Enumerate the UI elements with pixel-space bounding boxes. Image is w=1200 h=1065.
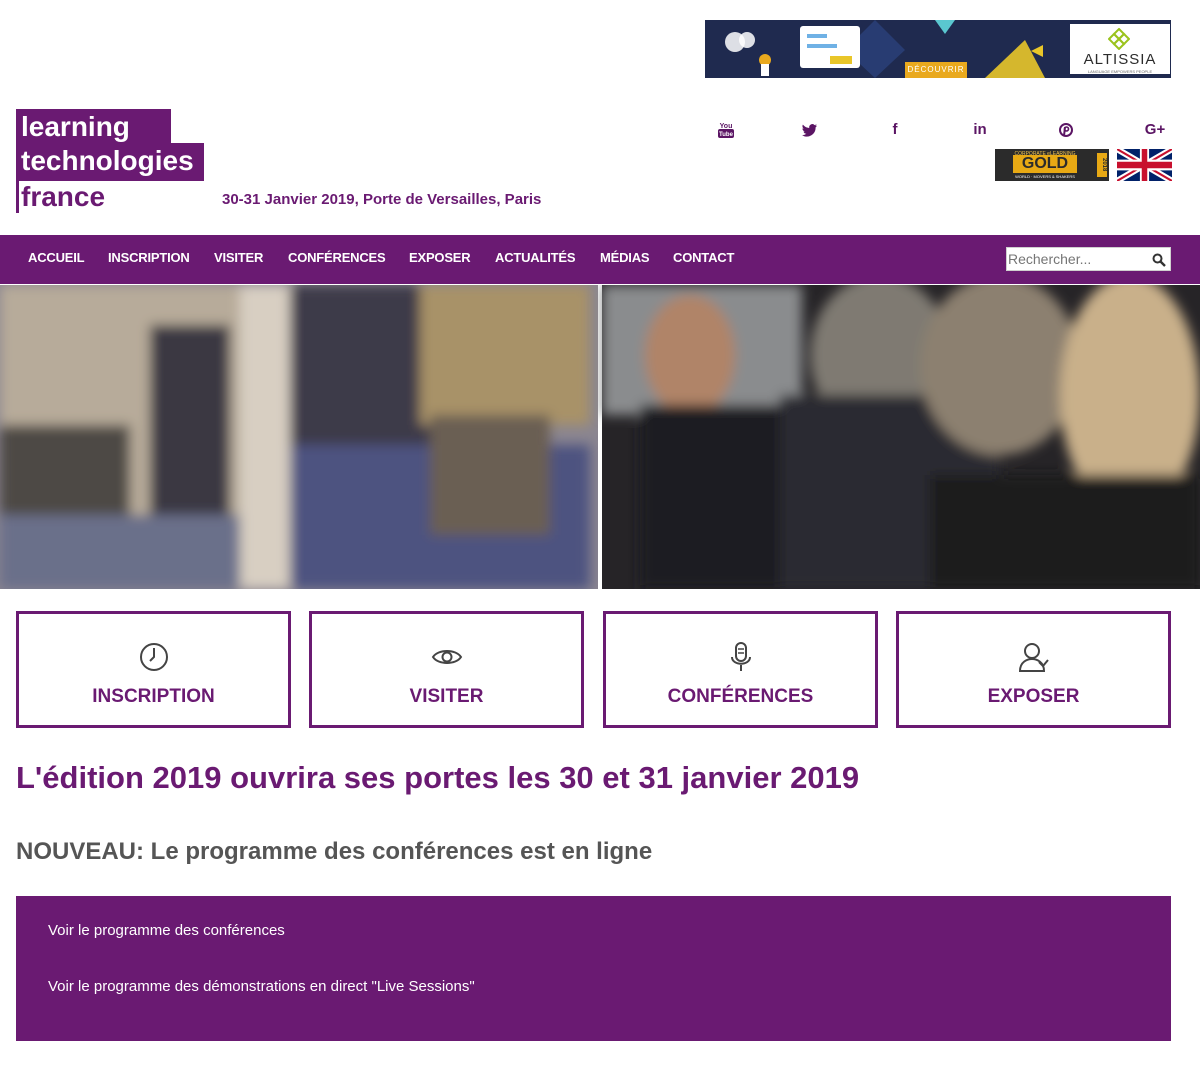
twitter-glyph [802, 124, 817, 137]
program-links-panel: Voir le programme des conférences Voir l… [16, 896, 1171, 1041]
link-live-sessions-program[interactable]: Voir le programme des démonstrations en … [48, 978, 475, 995]
altissia-logo: ALTISSIA LANGUAGE EMPOWERS PEOPLE [1070, 24, 1170, 74]
nav-item-accueil[interactable]: ACCUEIL [28, 235, 85, 284]
elearning-gold-award-badge: CORPORATE eLEARNING GOLD WORLD · MOVERS … [995, 149, 1109, 181]
microphone-icon [730, 642, 751, 671]
clock-icon [139, 643, 168, 671]
social-links: You Tube f in G+ [700, 118, 1175, 142]
nav-item-conferences[interactable]: CONFÉRENCES [288, 235, 386, 284]
ad-illustration [705, 20, 1045, 78]
card-visiter[interactable]: VISITER [309, 611, 584, 728]
nav-item-medias[interactable]: MÉDIAS [600, 235, 650, 284]
eye-icon [431, 650, 462, 664]
facebook-icon[interactable]: f [883, 118, 907, 142]
card-conferences[interactable]: CONFÉRENCES [603, 611, 878, 728]
page-subheadline: NOUVEAU: Le programme des conférences es… [16, 838, 653, 865]
pinterest-icon[interactable] [1054, 118, 1078, 142]
nav-item-actualites[interactable]: ACTUALITÉS [495, 235, 576, 284]
ad-discover-button[interactable]: DÉCOUVRIR [905, 62, 967, 78]
search-icon[interactable] [1152, 253, 1166, 267]
card-label: CONFÉRENCES [667, 686, 814, 707]
top-banner-ad[interactable]: DÉCOUVRIR ALTISSIA LANGUAGE EMPOWERS PEO… [705, 20, 1171, 78]
search-input[interactable] [1007, 248, 1147, 270]
nav-item-visiter[interactable]: VISITER [214, 235, 263, 284]
award-main-text: GOLD [1013, 155, 1077, 173]
svg-text:You: You [720, 123, 733, 130]
event-date: 30-31 Janvier 2019, Porte de Versailles,… [222, 191, 542, 208]
hero-photo-banner [0, 285, 1200, 589]
youtube-glyph: You Tube [718, 123, 734, 138]
page-headline: L'édition 2019 ouvrira ses portes les 30… [16, 760, 860, 795]
logo-line-1: learning [16, 109, 171, 145]
twitter-icon[interactable] [798, 118, 822, 142]
link-conference-program[interactable]: Voir le programme des conférences [48, 922, 285, 939]
youtube-icon[interactable]: You Tube [714, 118, 738, 142]
card-label: VISITER [409, 686, 484, 707]
uk-flag-icon[interactable] [1117, 149, 1172, 181]
logo-line-2: technologies [16, 143, 204, 181]
altissia-mark-icon [1108, 28, 1130, 50]
logo-line-3: france [16, 181, 116, 213]
nav-item-exposer[interactable]: EXPOSER [409, 235, 471, 284]
svg-text:Tube: Tube [719, 132, 734, 138]
award-bottom-text: WORLD · MOVERS & SHAKERS [1015, 174, 1075, 179]
pinterest-glyph [1059, 123, 1073, 137]
award-year: 2018 [1097, 153, 1107, 177]
card-inscription[interactable]: INSCRIPTION [16, 611, 291, 728]
user-icon [1018, 643, 1049, 672]
altissia-tagline: LANGUAGE EMPOWERS PEOPLE [1087, 69, 1153, 74]
search-box [1006, 247, 1171, 271]
card-exposer[interactable]: EXPOSER [896, 611, 1171, 728]
google-plus-icon[interactable]: G+ [1140, 118, 1170, 142]
altissia-brand: ALTISSIA [1083, 51, 1157, 68]
linkedin-icon[interactable]: in [968, 118, 992, 142]
nav-item-contact[interactable]: CONTACT [673, 235, 734, 284]
card-label: INSCRIPTION [92, 686, 215, 707]
ad-arrow-icon [1031, 45, 1043, 57]
nav-item-inscription[interactable]: INSCRIPTION [108, 235, 190, 284]
card-label: EXPOSER [987, 686, 1080, 707]
site-logo[interactable]: learning technologies france [16, 109, 206, 213]
